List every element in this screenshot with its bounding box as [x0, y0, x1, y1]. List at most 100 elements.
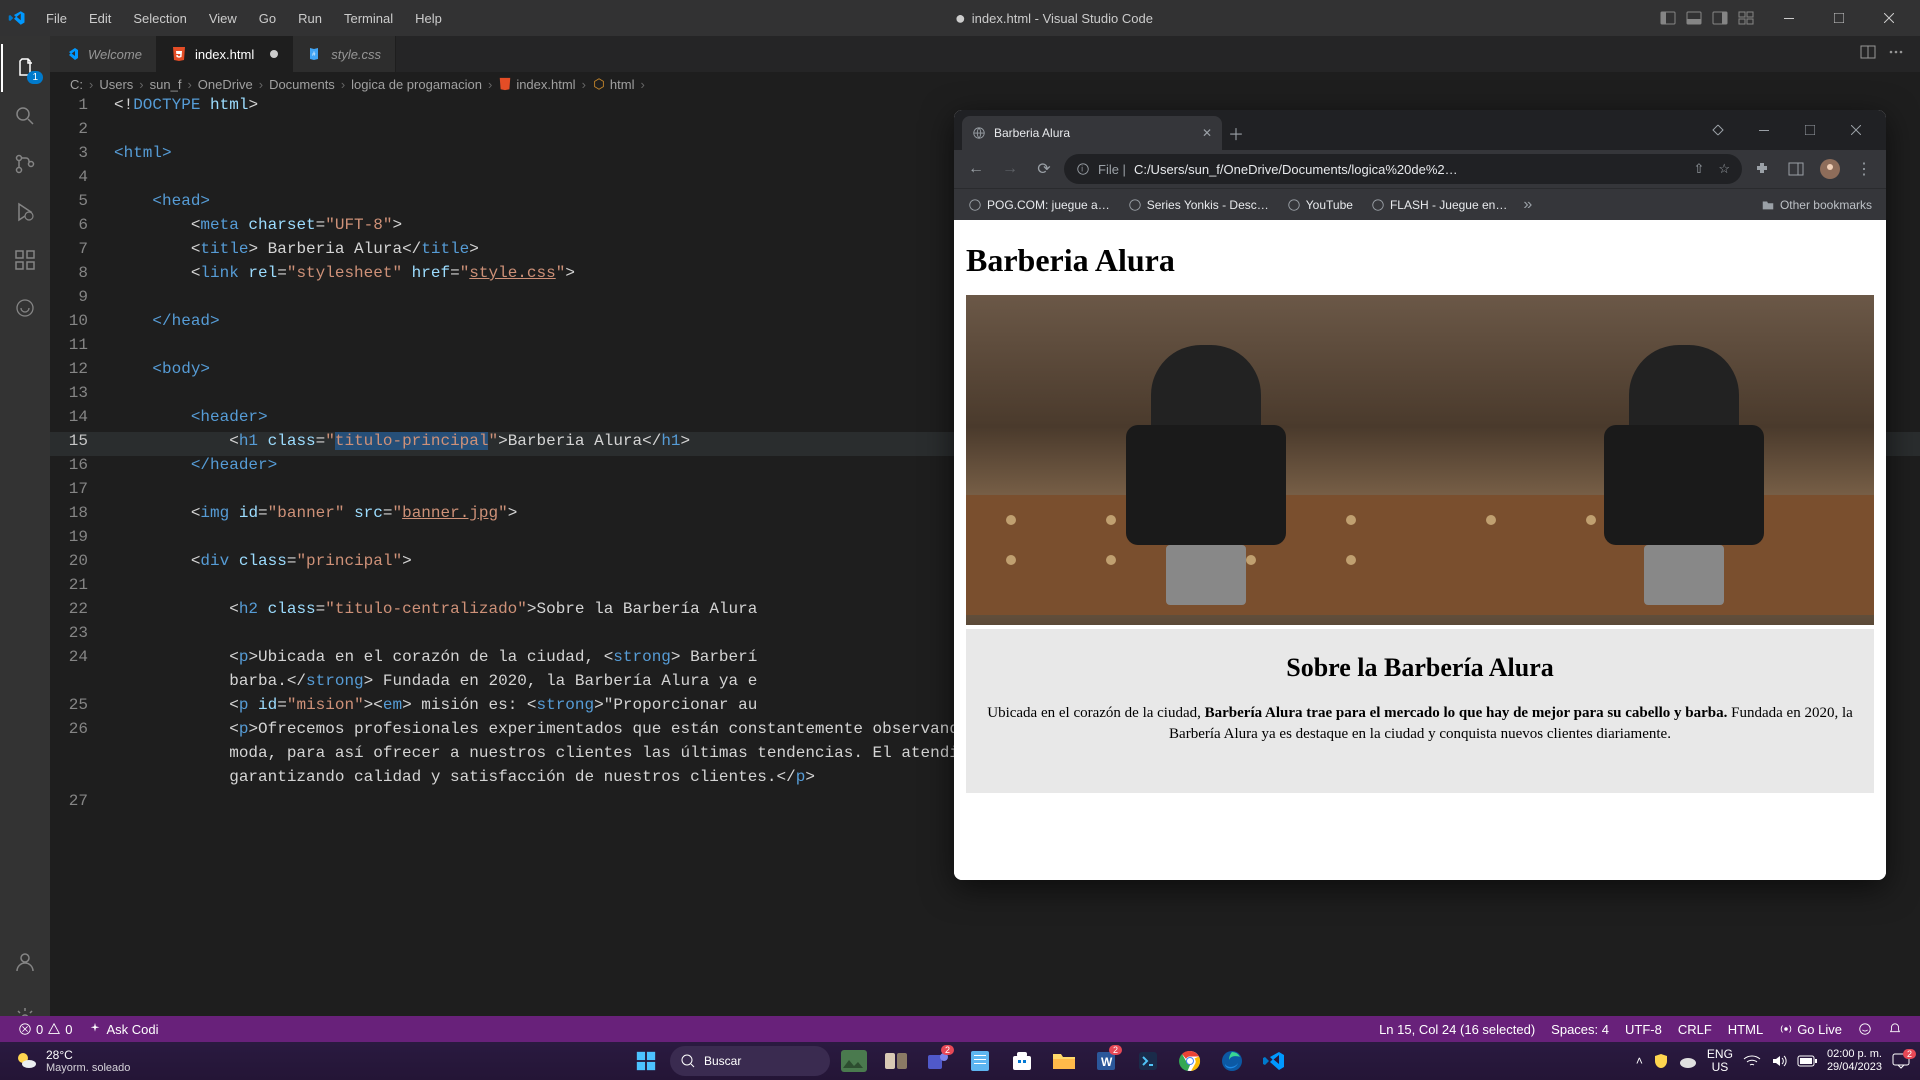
tab-label: Welcome [88, 47, 142, 62]
menu-file[interactable]: File [36, 7, 77, 30]
bookmark-item[interactable]: Series Yonkis - Desc… [1122, 194, 1275, 216]
encoding[interactable]: UTF-8 [1617, 1022, 1670, 1037]
tray-security-icon[interactable] [1653, 1053, 1669, 1069]
sidepanel-icon[interactable] [1782, 155, 1810, 183]
taskbar-app-store[interactable] [1004, 1043, 1040, 1079]
taskbar-app-vscode[interactable] [1256, 1043, 1292, 1079]
tab-index-html[interactable]: index.html [157, 36, 293, 72]
principal-section: Sobre la Barbería Alura Ubicada en el co… [966, 629, 1874, 793]
taskbar-app-vscode-alt[interactable] [1130, 1043, 1166, 1079]
battery-icon[interactable] [1797, 1055, 1817, 1067]
more-actions-icon[interactable] [1888, 44, 1908, 64]
taskbar-app-notepad[interactable] [962, 1043, 998, 1079]
error-icon [18, 1022, 32, 1036]
taskbar-app-teams[interactable]: 2 [920, 1043, 956, 1079]
language-indicator[interactable]: ENGUS [1707, 1048, 1733, 1074]
split-editor-icon[interactable] [1860, 44, 1880, 64]
eol[interactable]: CRLF [1670, 1022, 1720, 1037]
maximize-button[interactable] [1816, 3, 1862, 33]
ask-codi[interactable]: Ask Codi [80, 1022, 166, 1037]
menu-go[interactable]: Go [249, 7, 286, 30]
reload-button[interactable]: ⟳ [1030, 155, 1058, 183]
browser-close-button[interactable] [1834, 115, 1878, 145]
cursor-position[interactable]: Ln 15, Col 24 (16 selected) [1371, 1022, 1543, 1037]
forward-button[interactable]: → [996, 155, 1024, 183]
menu-terminal[interactable]: Terminal [334, 7, 403, 30]
source-control-icon[interactable] [1, 140, 49, 188]
taskbar-app-word[interactable]: W2 [1088, 1043, 1124, 1079]
html-file-icon [498, 77, 512, 91]
notification-center[interactable]: 2 [1892, 1053, 1910, 1069]
bookmark-item[interactable]: POG.COM: juegue a… [962, 194, 1116, 216]
tab-style-css[interactable]: # style.css [293, 36, 396, 72]
feedback-icon[interactable] [1850, 1022, 1880, 1037]
run-debug-icon[interactable] [1, 188, 49, 236]
taskbar-search[interactable]: Buscar [670, 1046, 830, 1076]
share-icon[interactable]: ⇧ [1693, 161, 1704, 177]
back-button[interactable]: ← [962, 155, 990, 183]
other-bookmarks[interactable]: Other bookmarks [1755, 194, 1878, 216]
start-button[interactable] [628, 1043, 664, 1079]
customize-layout-icon[interactable] [1734, 6, 1758, 30]
go-live[interactable]: Go Live [1771, 1022, 1850, 1037]
breadcrumb[interactable]: C:› Users› sun_f› OneDrive› Documents› l… [50, 72, 1920, 96]
search-icon[interactable] [1, 92, 49, 140]
profile-avatar[interactable] [1816, 155, 1844, 183]
browser-tab-search-icon[interactable] [1696, 115, 1740, 145]
taskbar-app-edge[interactable] [1214, 1043, 1250, 1079]
toggle-panel-right-icon[interactable] [1708, 6, 1732, 30]
globe-icon [968, 198, 982, 212]
taskbar-app-taskview[interactable] [878, 1043, 914, 1079]
star-icon[interactable]: ☆ [1718, 161, 1730, 177]
extensions-icon[interactable] [1, 236, 49, 284]
tab-label: index.html [195, 47, 254, 62]
taskbar-app-landscape[interactable] [836, 1043, 872, 1079]
close-button[interactable] [1866, 3, 1912, 33]
menu-edit[interactable]: Edit [79, 7, 121, 30]
taskbar-app-chrome[interactable] [1172, 1043, 1208, 1079]
weather-widget[interactable]: 28°C Mayorm. soleado [0, 1048, 144, 1074]
taskbar-app-explorer[interactable] [1046, 1043, 1082, 1079]
overflow-icon[interactable]: » [1523, 196, 1532, 214]
codeium-icon[interactable] [1, 284, 49, 332]
tray-onedrive-icon[interactable] [1679, 1054, 1697, 1068]
bookmark-item[interactable]: YouTube [1281, 194, 1359, 216]
globe-icon [1287, 198, 1301, 212]
extensions-puzzle-icon[interactable] [1748, 155, 1776, 183]
menu-help[interactable]: Help [405, 7, 452, 30]
indentation[interactable]: Spaces: 4 [1543, 1022, 1617, 1037]
toggle-panel-bottom-icon[interactable] [1682, 6, 1706, 30]
problems-indicator[interactable]: 0 0 [10, 1022, 80, 1037]
close-tab-icon[interactable]: ✕ [1202, 126, 1212, 140]
window-title-text: index.html - Visual Studio Code [972, 11, 1153, 26]
globe-icon [972, 126, 986, 140]
bookmark-item[interactable]: FLASH - Juegue en… [1365, 194, 1513, 216]
tray-chevron-icon[interactable]: ˄ [1636, 1054, 1643, 1068]
accounts-icon[interactable] [1, 938, 49, 986]
new-tab-button[interactable]: ＋ [1222, 116, 1250, 150]
browser-tab[interactable]: Barberia Alura ✕ [962, 116, 1222, 150]
volume-icon[interactable] [1771, 1054, 1787, 1068]
minimize-button[interactable] [1766, 3, 1812, 33]
language-mode[interactable]: HTML [1720, 1022, 1771, 1037]
wifi-icon[interactable] [1743, 1054, 1761, 1068]
address-bar[interactable]: i File | C:/Users/sun_f/OneDrive/Documen… [1064, 154, 1742, 184]
toggle-panel-left-icon[interactable] [1656, 6, 1680, 30]
warning-icon [47, 1022, 61, 1036]
breadcrumb-seg: logica de progamacion [351, 77, 482, 92]
browser-minimize-button[interactable] [1742, 115, 1786, 145]
chrome-menu-icon[interactable]: ⋮ [1850, 155, 1878, 183]
menu-selection[interactable]: Selection [123, 7, 196, 30]
taskbar-apps: Buscar 2 W2 [628, 1043, 1292, 1079]
explorer-icon[interactable]: 1 [1, 44, 49, 92]
menu-run[interactable]: Run [288, 7, 332, 30]
windows-taskbar: 28°C Mayorm. soleado Buscar 2 W2 ˄ ENGUS [0, 1042, 1920, 1080]
menu-view[interactable]: View [199, 7, 247, 30]
browser-tab-title: Barberia Alura [994, 126, 1070, 140]
tab-welcome[interactable]: Welcome [50, 36, 157, 72]
notifications-bell-icon[interactable] [1880, 1022, 1910, 1037]
browser-viewport[interactable]: Barberia Alura Sobre la Barbería Alura U… [954, 220, 1886, 880]
clock[interactable]: 02:00 p. m. 29/04/2023 [1827, 1048, 1882, 1074]
modified-dot-icon: ● [955, 9, 966, 27]
browser-maximize-button[interactable] [1788, 115, 1832, 145]
